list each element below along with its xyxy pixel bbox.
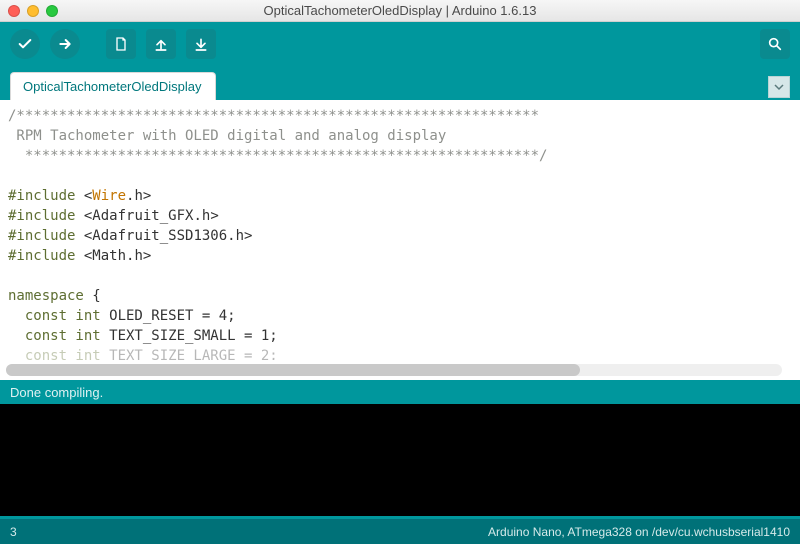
code-token: #include [8, 248, 75, 264]
compile-status-bar: Done compiling. [0, 380, 800, 404]
compile-status-text: Done compiling. [10, 385, 103, 400]
file-icon [113, 36, 129, 52]
sketch-tab[interactable]: OpticalTachometerOledDisplay [10, 72, 216, 100]
upload-button[interactable] [50, 29, 80, 59]
code-editor[interactable]: /***************************************… [0, 100, 800, 380]
code-token: { [84, 288, 101, 304]
zoom-icon[interactable] [46, 5, 58, 17]
code-line: ****************************************… [8, 148, 547, 164]
save-button[interactable] [186, 29, 216, 59]
arrow-down-icon [193, 36, 209, 52]
code-token: TEXT_SIZE_LARGE = 2; [101, 348, 278, 360]
serial-monitor-button[interactable] [760, 29, 790, 59]
code-token: namespace [8, 288, 84, 304]
toolbar [0, 22, 800, 66]
code-token: TEXT_SIZE_SMALL = 1; [101, 328, 278, 344]
code-token [8, 348, 25, 360]
code-token: const int [25, 328, 101, 344]
arrow-up-icon [153, 36, 169, 52]
code-token: Adafruit_SSD1306.h [92, 228, 244, 244]
verify-button[interactable] [10, 29, 40, 59]
window-controls [8, 5, 58, 17]
open-button[interactable] [146, 29, 176, 59]
window-edge [0, 544, 800, 550]
tab-menu-button[interactable] [768, 76, 790, 98]
code-token: Math.h [92, 248, 143, 264]
close-icon[interactable] [8, 5, 20, 17]
code-token: .h [126, 188, 143, 204]
minimize-icon[interactable] [27, 5, 39, 17]
code-content: /***************************************… [0, 100, 800, 360]
window-title: OpticalTachometerOledDisplay | Arduino 1… [0, 3, 800, 18]
console-output[interactable] [0, 404, 800, 516]
magnifier-icon [767, 36, 783, 52]
horizontal-scrollbar[interactable] [6, 364, 782, 376]
code-token: #include [8, 188, 75, 204]
code-token [8, 328, 25, 344]
code-token [8, 308, 25, 324]
tab-strip: OpticalTachometerOledDisplay [0, 66, 800, 100]
titlebar: OpticalTachometerOledDisplay | Arduino 1… [0, 0, 800, 22]
board-port: Arduino Nano, ATmega328 on /dev/cu.wchus… [488, 525, 790, 539]
code-token: OLED_RESET = 4; [101, 308, 236, 324]
new-button[interactable] [106, 29, 136, 59]
code-line: /***************************************… [8, 108, 539, 124]
line-number: 3 [10, 525, 17, 539]
code-token: const int [25, 308, 101, 324]
code-token: Adafruit_GFX.h [92, 208, 210, 224]
code-token: Wire [92, 188, 126, 204]
code-token: #include [8, 208, 75, 224]
code-line: RPM Tachometer with OLED digital and ana… [8, 128, 446, 144]
arrow-right-icon [57, 36, 73, 52]
code-token: #include [8, 228, 75, 244]
code-token: const int [25, 348, 101, 360]
scrollbar-thumb[interactable] [6, 364, 580, 376]
check-icon [17, 36, 33, 52]
chevron-down-icon [774, 82, 784, 92]
status-bar: 3 Arduino Nano, ATmega328 on /dev/cu.wch… [0, 516, 800, 544]
